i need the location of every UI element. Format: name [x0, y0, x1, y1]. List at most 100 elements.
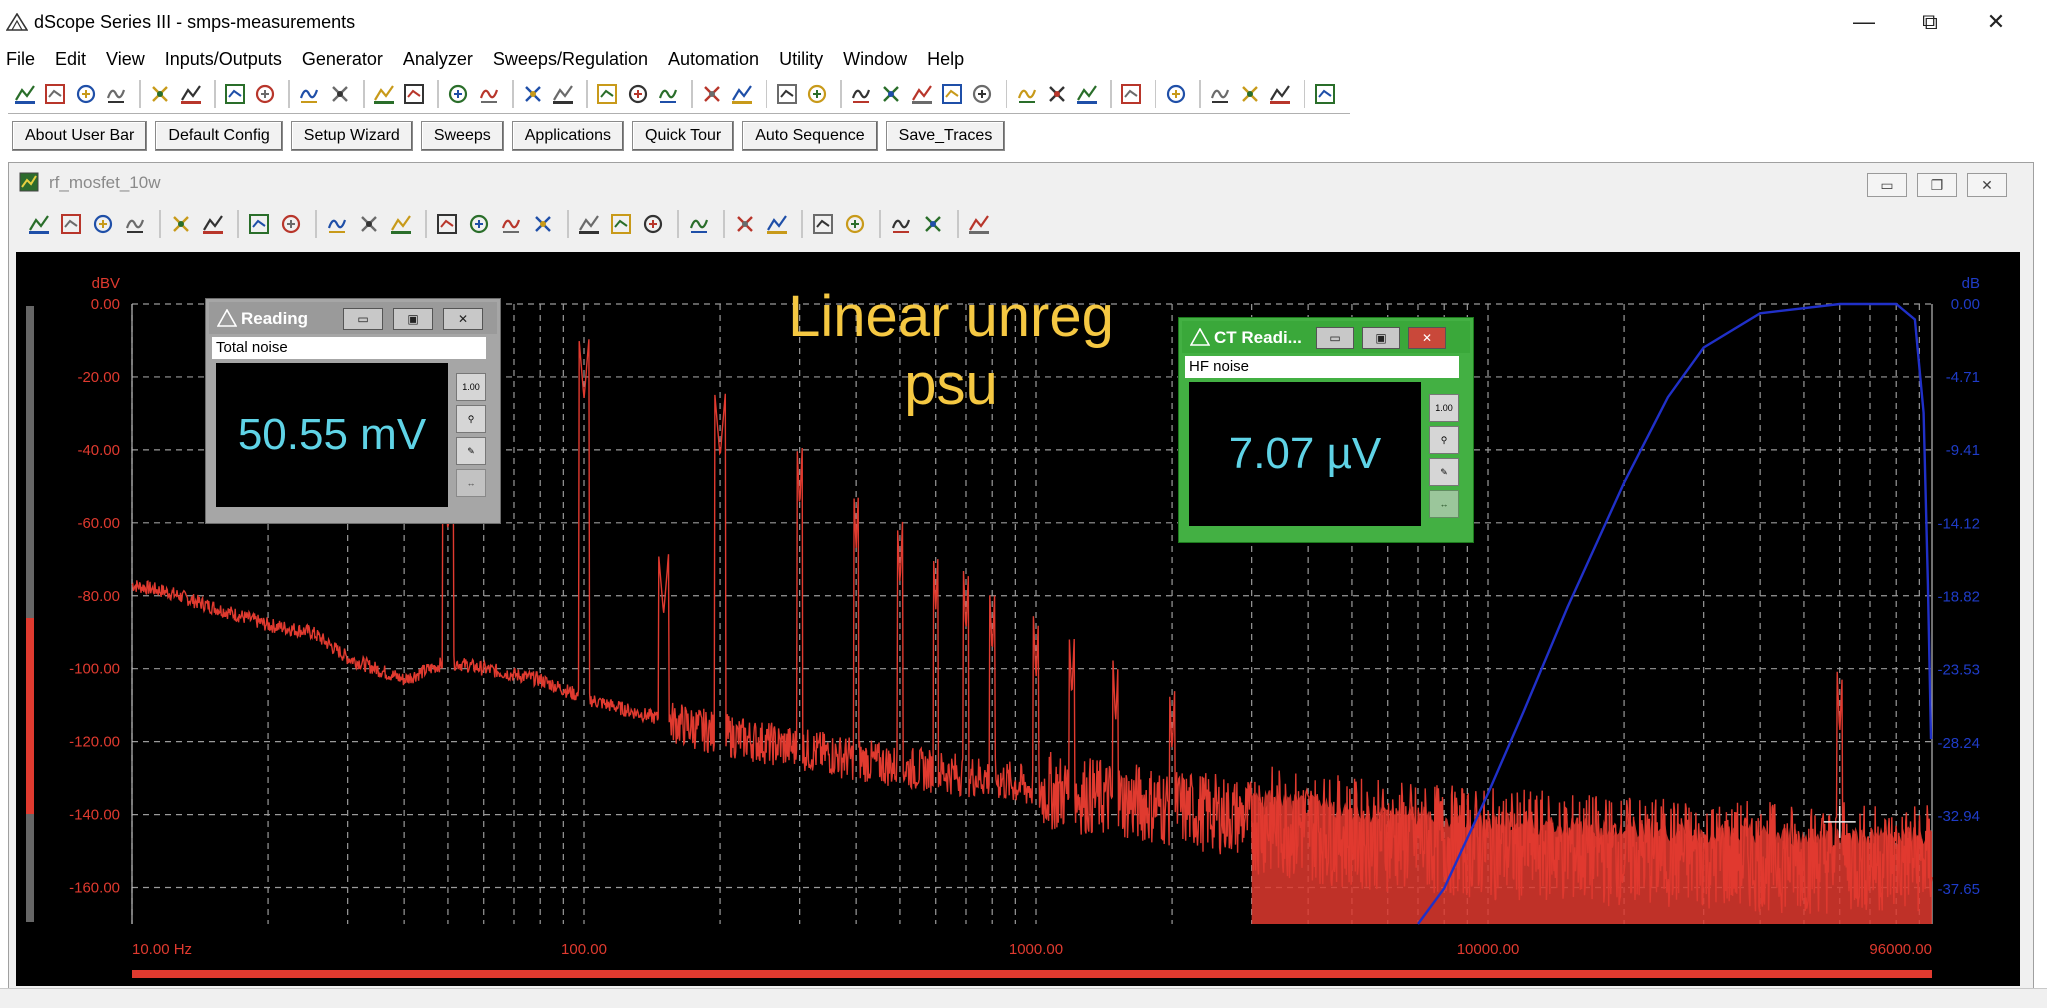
log-icon[interactable] [763, 211, 791, 237]
applications-button[interactable]: Applications [511, 121, 625, 151]
measure-b-icon[interactable] [624, 81, 650, 107]
graph-a-icon[interactable] [167, 211, 195, 237]
sweep-icon[interactable] [773, 81, 799, 107]
filter-d-icon[interactable] [939, 81, 965, 107]
ct-reading-close-button[interactable]: ✕ [1408, 327, 1446, 349]
ct-reading-expand-button[interactable]: ↔ [1429, 490, 1459, 518]
timer-icon[interactable] [1162, 81, 1188, 107]
filter-b-icon[interactable] [878, 81, 904, 107]
ct-reading-minimize-button[interactable]: ▭ [1316, 327, 1354, 349]
trace-copy-icon[interactable] [121, 211, 149, 237]
plot-left-scrollbar[interactable] [26, 306, 34, 922]
save-icon[interactable] [73, 81, 99, 107]
measure-a-icon[interactable] [594, 81, 620, 107]
trace-b-icon[interactable] [1074, 81, 1100, 107]
menu-help[interactable]: Help [927, 49, 964, 70]
scope-icon[interactable] [520, 81, 546, 107]
report-icon[interactable] [1207, 81, 1233, 107]
gen-out-b-icon[interactable] [177, 81, 203, 107]
fft-icon[interactable] [1013, 81, 1039, 107]
cursor-b-icon[interactable] [355, 211, 383, 237]
headphone-icon[interactable] [371, 81, 397, 107]
reading-restore-button[interactable]: ▣ [393, 308, 433, 330]
menu-edit[interactable]: Edit [55, 49, 86, 70]
analyzer-in-b-icon[interactable] [326, 81, 352, 107]
stop-red-icon[interactable] [729, 81, 755, 107]
menu-window[interactable]: Window [843, 49, 907, 70]
trace-wave-icon[interactable] [57, 211, 85, 237]
open-icon[interactable] [12, 81, 38, 107]
menu-sweeps-regulation[interactable]: Sweeps/Regulation [493, 49, 648, 70]
avg-icon[interactable] [919, 211, 947, 237]
reading-expand-button[interactable]: ↔ [456, 469, 486, 497]
ct-reading-window[interactable]: CT Readi... ▭ ▣ ✕ HF noise 7.07 µV 1.00 … [1178, 317, 1474, 543]
ct-reading-restore-button[interactable]: ▣ [1362, 327, 1400, 349]
graph-b-icon[interactable] [199, 211, 227, 237]
lin-icon[interactable] [731, 211, 759, 237]
restore-button[interactable]: ⧉ [1902, 4, 1958, 40]
dropdown-icon-2[interactable] [1237, 81, 1263, 107]
add-trace-icon[interactable] [25, 211, 53, 237]
menu-inputs-outputs[interactable]: Inputs/Outputs [165, 49, 282, 70]
gen-out-a-icon[interactable] [147, 81, 173, 107]
analyzer-in-a-icon[interactable] [296, 81, 322, 107]
reading-edit-button[interactable]: ✎ [456, 437, 486, 465]
zoom-a-icon[interactable] [575, 211, 603, 237]
reading-format-button[interactable]: 1.00 [456, 373, 486, 401]
dropdown-icon[interactable] [42, 81, 68, 107]
peak-d-icon[interactable] [529, 211, 557, 237]
reading-probe-button[interactable]: ⚲ [456, 405, 486, 433]
ct-reading-format-button[interactable]: 1.00 [1429, 394, 1459, 422]
plot-left-scrollbar-thumb[interactable] [26, 618, 34, 814]
filter-a-icon[interactable] [848, 81, 874, 107]
ct-reading-titlebar[interactable]: CT Readi... ▭ ▣ ✕ [1182, 321, 1470, 353]
about-user-bar-button[interactable]: About User Bar [12, 121, 148, 151]
table-icon[interactable] [245, 211, 273, 237]
graph-restore-button[interactable]: ❐ [1917, 173, 1957, 197]
measure-c-icon[interactable] [655, 81, 681, 107]
peak-b-icon[interactable] [465, 211, 493, 237]
cursor-a-icon[interactable] [323, 211, 351, 237]
menu-generator[interactable]: Generator [302, 49, 383, 70]
wave-a-icon[interactable] [445, 81, 471, 107]
peak-c-icon[interactable] [497, 211, 525, 237]
trace-c-icon[interactable] [1118, 81, 1144, 107]
close-button[interactable]: ✕ [1968, 4, 2024, 40]
reading-window[interactable]: Reading ▭ ▣ ✕ Total noise 50.55 mV 1.00 … [205, 298, 501, 524]
ct-reading-edit-button[interactable]: ✎ [1429, 458, 1459, 486]
reading-close-button[interactable]: ✕ [443, 308, 483, 330]
zoom-b-icon[interactable] [607, 211, 635, 237]
export-icon[interactable] [965, 211, 993, 237]
reading-titlebar[interactable]: Reading ▭ ▣ ✕ [209, 302, 497, 334]
help-icon[interactable] [1311, 81, 1337, 107]
menu-utility[interactable]: Utility [779, 49, 823, 70]
menu-automation[interactable]: Automation [668, 49, 759, 70]
gen-off-a-icon[interactable] [222, 81, 248, 107]
sweeps-button[interactable]: Sweeps [420, 121, 504, 151]
run-green-icon[interactable] [699, 81, 725, 107]
wave-b-icon[interactable] [475, 81, 501, 107]
minimize-button[interactable]: — [1836, 4, 1892, 40]
zoom-c-icon[interactable] [639, 211, 667, 237]
save-config-icon[interactable] [103, 81, 129, 107]
menu-analyzer[interactable]: Analyzer [403, 49, 473, 70]
grid-icon[interactable] [809, 211, 837, 237]
default-config-button[interactable]: Default Config [155, 121, 283, 151]
overlay-icon[interactable] [841, 211, 869, 237]
trace-a-icon[interactable] [1044, 81, 1070, 107]
autoscale-icon[interactable] [685, 211, 713, 237]
graph-close-button[interactable]: ✕ [1967, 173, 2007, 197]
menu-file[interactable]: File [6, 49, 35, 70]
marker-icon[interactable] [387, 211, 415, 237]
menu-view[interactable]: View [106, 49, 145, 70]
scope-settings-icon[interactable] [550, 81, 576, 107]
scale-icon[interactable] [277, 211, 305, 237]
trace-save-icon[interactable] [89, 211, 117, 237]
filter-c-icon[interactable] [909, 81, 935, 107]
regulate-icon[interactable] [804, 81, 830, 107]
smooth-icon[interactable] [887, 211, 915, 237]
reading-minimize-button[interactable]: ▭ [343, 308, 383, 330]
setup-wizard-button[interactable]: Setup Wizard [290, 121, 413, 151]
ct-reading-probe-button[interactable]: ⚲ [1429, 426, 1459, 454]
report-b-icon[interactable] [1267, 81, 1293, 107]
